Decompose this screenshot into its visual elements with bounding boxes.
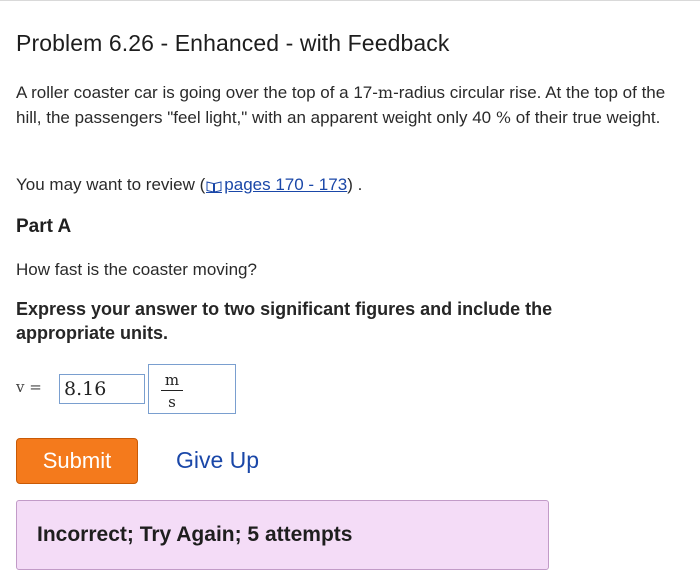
problem-title: Problem 6.26 - Enhanced - with Feedback xyxy=(16,30,450,56)
feedback-banner: Incorrect; Try Again; 5 attempts xyxy=(16,500,549,570)
review-suffix: ) . xyxy=(347,175,363,194)
problem-text-1: A roller coaster car is going over the t… xyxy=(16,83,378,102)
unit-fraction: m s xyxy=(161,371,183,411)
units-field[interactable]: m s xyxy=(148,364,236,414)
unit-denominator: s xyxy=(168,393,176,411)
feedback-message: Incorrect; Try Again; 5 attempts xyxy=(37,523,353,546)
review-line: You may want to review ( pages 170 - 173)… xyxy=(16,175,362,198)
variable-label: v = xyxy=(16,378,42,396)
review-pages-link[interactable]: pages 170 - 173 xyxy=(224,175,347,194)
unit-numerator: m xyxy=(161,371,183,391)
problem-statement: A roller coaster car is going over the t… xyxy=(16,80,688,130)
percent-sign: % xyxy=(495,108,512,127)
unit-meters: m xyxy=(377,83,394,102)
problem-text-3: of their true weight. xyxy=(511,108,661,127)
submit-button[interactable]: Submit xyxy=(16,438,138,484)
review-prefix: You may want to review ( xyxy=(16,175,206,194)
give-up-button[interactable]: Give Up xyxy=(176,447,259,474)
part-title: Part A xyxy=(16,216,72,237)
book-icon xyxy=(206,178,223,198)
top-divider xyxy=(0,0,700,1)
answer-value-input[interactable] xyxy=(59,374,145,404)
answer-instruction: Express your answer to two significant f… xyxy=(16,299,553,343)
question-text: How fast is the coaster moving? xyxy=(16,260,257,279)
